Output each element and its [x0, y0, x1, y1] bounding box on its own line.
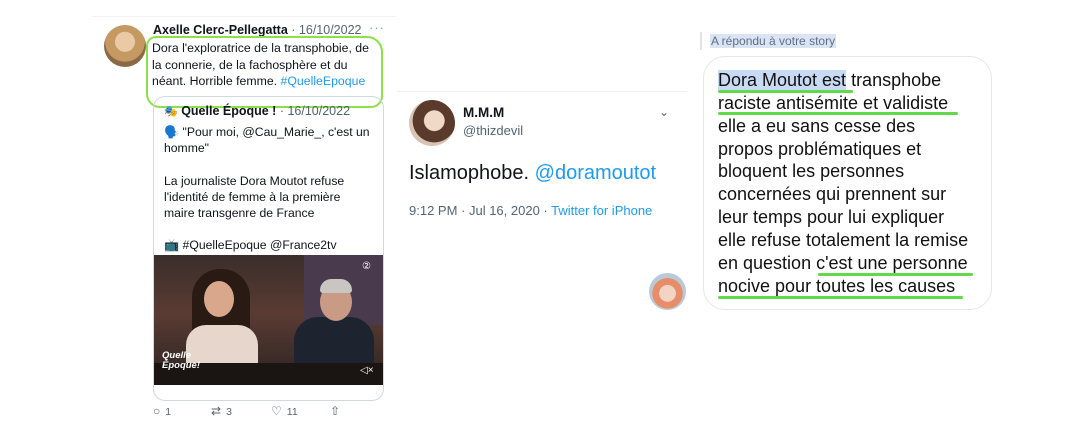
retweet-icon: ⇄	[211, 404, 222, 418]
message-line: concernées qui prennent sur	[718, 184, 947, 204]
message-line: leur temps pour lui expliquer	[718, 207, 945, 227]
message-line: bloquent les personnes	[718, 161, 905, 181]
message-line: raciste antisémite et validiste	[718, 93, 949, 113]
author-name[interactable]: Axelle Clerc-Pellegatta	[153, 23, 288, 37]
tweet-actions: ○ 1 ⇄ 3 ♡ 11 ⇧	[153, 404, 383, 418]
like-button[interactable]: ♡ 11	[271, 404, 298, 418]
avatar[interactable]	[649, 273, 686, 310]
quote-author[interactable]: Quelle Époque !	[181, 104, 276, 118]
divider	[397, 91, 687, 92]
message-text-segment: transphobe	[846, 70, 942, 90]
message-line: elle a eu sans cesse des	[718, 116, 916, 136]
tweet-text: Islamophobe. @doramoutot	[409, 161, 656, 185]
retweet-button[interactable]: ⇄ 3	[211, 404, 232, 418]
share-button[interactable]: ⇧	[330, 404, 345, 418]
tweet-source-link[interactable]: Twitter for iPhone	[551, 203, 652, 218]
author-handle[interactable]: @thizdevil	[463, 123, 523, 138]
quote-line: l'identité de femme à la première	[164, 189, 341, 204]
story-reply-label[interactable]: A répondu à votre story	[710, 34, 837, 48]
avatar[interactable]	[409, 100, 455, 146]
message-line: en question c'est une personne	[718, 253, 968, 273]
message-line: nocive pour toutes les causes	[718, 276, 956, 296]
quote-paragraph: 🗣️ "Pour moi, @Cau_Marie_, c'est un homm…	[164, 124, 376, 157]
retweet-count: 3	[226, 406, 232, 418]
channel-badge-icon: ②	[362, 261, 371, 272]
mention-link[interactable]: @doramoutot	[535, 162, 656, 184]
share-icon: ⇧	[330, 404, 341, 418]
quote-paragraph: 📺 #QuelleEpoque @France2tv	[164, 238, 337, 253]
green-underline	[718, 112, 958, 115]
heart-icon: ♡	[271, 404, 282, 418]
reply-quote-bar	[700, 32, 702, 50]
avatar[interactable]	[104, 25, 146, 67]
tweet-date[interactable]: · 16/10/2022	[291, 23, 361, 37]
message-bubble[interactable]: Dora Moutot est transphobe raciste antis…	[703, 56, 992, 310]
tweet-text-segment: Islamophobe.	[409, 162, 530, 184]
reply-count: 1	[165, 406, 172, 418]
video-person	[204, 281, 234, 317]
show-logo: Quelle Époque!	[162, 351, 200, 371]
video-person	[320, 279, 352, 293]
message-line: elle refuse totalement la remise	[718, 230, 969, 250]
quote-line: maire transgenre de France	[164, 206, 315, 221]
video-player[interactable]: Quelle Époque! ② ◁×	[154, 255, 383, 385]
highlighted-text: Dora Moutot est	[718, 70, 847, 90]
mute-icon[interactable]: ◁×	[360, 365, 374, 376]
quote-paragraph: La journaliste Dora Moutot refuse l'iden…	[164, 173, 376, 222]
quote-date[interactable]: · 16/10/2022	[280, 104, 350, 118]
divider	[92, 16, 396, 17]
green-underline	[818, 273, 973, 276]
tweet-time[interactable]: 9:12 PM · Jul 16, 2020 ·	[409, 203, 551, 218]
green-underline	[718, 90, 853, 93]
like-count: 11	[286, 406, 298, 418]
quote-line: La journaliste Dora Moutot refuse	[164, 173, 345, 188]
middle-tweet: M.M.M @thizdevil ⌄ Islamophobe. @doramou…	[397, 91, 687, 246]
reply-button[interactable]: ○ 1	[153, 404, 171, 418]
message-line: propos problématiques et	[718, 139, 922, 159]
mask-icon: 🎭	[164, 106, 178, 118]
reply-icon: ○	[153, 404, 161, 418]
quote-body: 🗣️ "Pour moi, @Cau_Marie_, c'est un homm…	[164, 124, 376, 254]
author-name[interactable]: M.M.M	[463, 105, 504, 120]
left-tweet: Axelle Clerc-Pellegatta · 16/10/2022 ···…	[92, 16, 396, 418]
show-logo-line: Époque!	[162, 360, 200, 371]
chevron-down-icon[interactable]: ⌄	[659, 105, 669, 119]
more-options-icon[interactable]: ···	[369, 20, 385, 35]
tweet-meta: 9:12 PM · Jul 16, 2020 · Twitter for iPh…	[409, 202, 659, 220]
quote-header: 🎭 Quelle Époque ! · 16/10/2022	[164, 104, 350, 120]
quote-line: 🗣️ "Pour moi, @Cau_Marie_, c'est un	[164, 125, 370, 139]
message-line: Dora Moutot est transphobe	[718, 69, 941, 91]
quoted-tweet[interactable]: 🎭 Quelle Époque ! · 16/10/2022 🗣️ "Pour …	[153, 96, 384, 401]
green-underline	[718, 296, 963, 299]
quote-line: homme"	[164, 141, 209, 156]
